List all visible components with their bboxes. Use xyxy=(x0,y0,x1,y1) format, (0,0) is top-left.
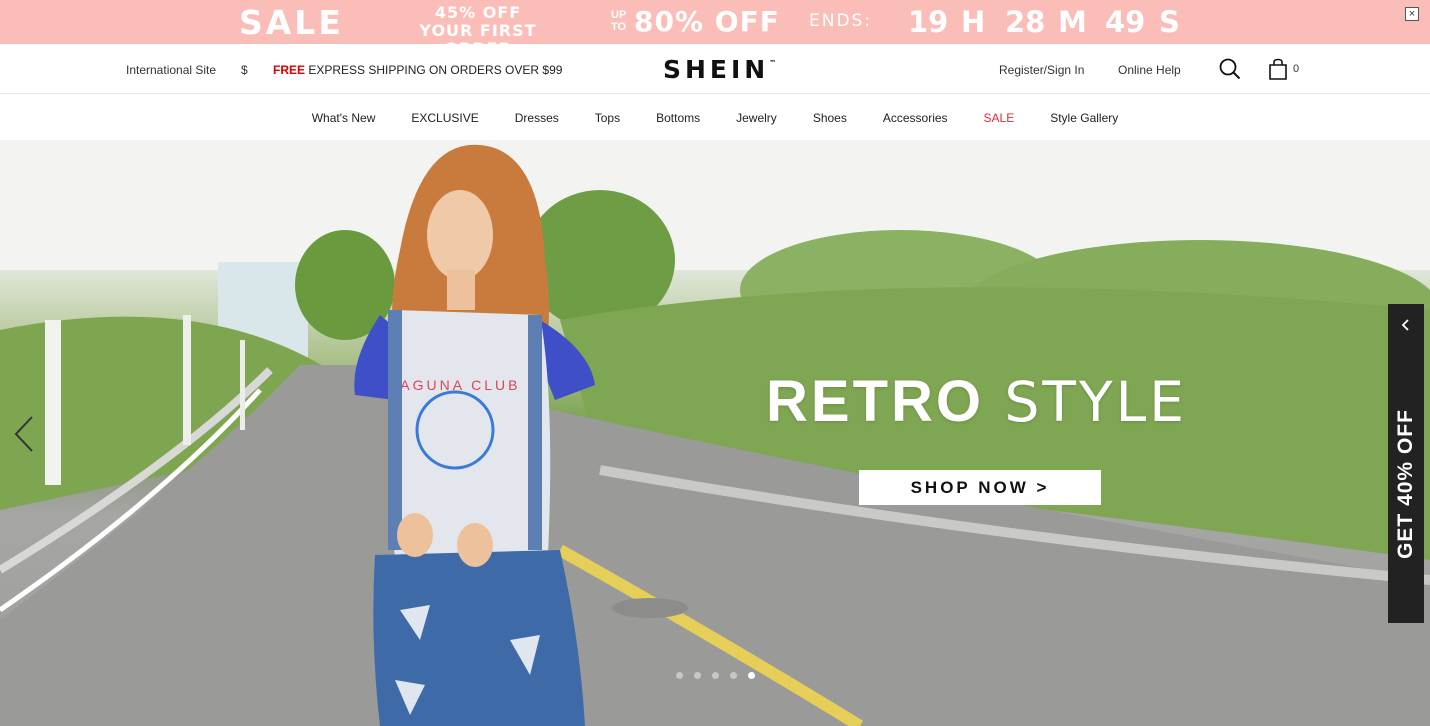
lamp-post xyxy=(45,320,61,485)
nav-item-bottoms[interactable]: Bottoms xyxy=(638,111,718,125)
promo-close-button[interactable]: × xyxy=(1405,7,1419,21)
countdown-hours: 19 xyxy=(908,5,949,39)
carousel-dot[interactable] xyxy=(712,672,719,679)
countdown-minutes-unit: M xyxy=(1058,5,1087,39)
carousel-dot[interactable] xyxy=(730,672,737,679)
promo-sale-text: SALE xyxy=(239,3,344,42)
nav-item-accessories[interactable]: Accessories xyxy=(865,111,966,125)
nav-item-shoes[interactable]: Shoes xyxy=(795,111,865,125)
hero-headline: RETRO STYLE xyxy=(766,368,1187,435)
promo-first-order-line1: 45% OFF xyxy=(434,3,522,22)
lamp-post xyxy=(183,315,191,445)
hero-banner[interactable]: LAGUNA CLUB RETRO STYLE SHOP NOW > xyxy=(0,140,1430,726)
shipping-text: EXPRESS SHIPPING ON ORDERS OVER $99 xyxy=(305,63,563,77)
promo-upto: UP TO xyxy=(611,9,627,33)
logo-trademark: ™ xyxy=(769,58,777,67)
model-hand-left xyxy=(397,513,433,557)
nav-item-whats-new[interactable]: What's New xyxy=(294,111,394,125)
carousel-dot[interactable] xyxy=(676,672,683,679)
carousel-dot[interactable] xyxy=(694,672,701,679)
countdown-hours-unit: H xyxy=(961,5,986,39)
promo-banner[interactable]: SALE 45% OFF YOUR FIRST ORDER UP TO 80% … xyxy=(0,0,1430,58)
international-site-link[interactable]: International Site xyxy=(126,63,216,77)
carousel-dot-active[interactable] xyxy=(748,672,755,679)
promo-discount: 80% OFF xyxy=(634,5,780,38)
register-sign-in-link[interactable]: Register/Sign In xyxy=(999,63,1084,77)
nav-item-dresses[interactable]: Dresses xyxy=(497,111,577,125)
chevron-left-icon xyxy=(1401,319,1409,331)
shirt-logo-text: LAGUNA CLUB xyxy=(389,377,520,393)
model-neck xyxy=(447,270,475,310)
nav-item-jewelry[interactable]: Jewelry xyxy=(718,111,795,125)
get-discount-side-tab[interactable]: GET 40% OFF xyxy=(1388,304,1424,623)
overall-strap-right xyxy=(528,315,542,550)
promo-ends-label: ENDS: xyxy=(809,11,873,31)
shop-now-button[interactable]: SHOP NOW > xyxy=(859,470,1101,505)
shein-logo[interactable]: SHEIN™ xyxy=(663,55,776,84)
search-icon[interactable] xyxy=(1219,58,1241,80)
model-face xyxy=(427,190,493,280)
countdown-seconds-unit: S xyxy=(1159,5,1180,39)
nav-item-exclusive[interactable]: EXCLUSIVE xyxy=(393,111,496,125)
lamp-post xyxy=(240,340,245,430)
currency-selector[interactable]: $ xyxy=(241,63,248,77)
logo-text: SHEIN xyxy=(663,55,770,84)
online-help-link[interactable]: Online Help xyxy=(1118,63,1181,77)
side-tab-label: GET 40% OFF xyxy=(1394,409,1417,559)
shopping-bag-icon[interactable] xyxy=(1268,58,1288,80)
carousel-prev-button[interactable] xyxy=(12,414,38,454)
nav-item-style-gallery[interactable]: Style Gallery xyxy=(1032,111,1136,125)
bag-count: 0 xyxy=(1293,63,1300,75)
model-hand-right xyxy=(457,523,493,567)
nav-list: What's New EXCLUSIVE Dresses Tops Bottom… xyxy=(0,111,1430,125)
hero-headline-light: STYLE xyxy=(984,370,1187,434)
countdown-seconds: 49 xyxy=(1105,5,1146,39)
hero-scene-image: LAGUNA CLUB xyxy=(0,140,1430,726)
carousel-dots xyxy=(676,672,755,679)
countdown-minutes: 28 xyxy=(1005,5,1046,39)
nav-item-sale[interactable]: SALE xyxy=(966,111,1033,125)
site-header: International Site $ FREE EXPRESS SHIPPI… xyxy=(0,44,1430,94)
shipping-free-label: FREE xyxy=(273,63,306,77)
main-nav: What's New EXCLUSIVE Dresses Tops Bottom… xyxy=(0,95,1430,140)
overall-strap-left xyxy=(388,310,402,550)
chevron-left-icon xyxy=(14,416,33,452)
manhole xyxy=(612,598,688,618)
shipping-notice: FREE EXPRESS SHIPPING ON ORDERS OVER $99 xyxy=(273,63,562,77)
nav-item-tops[interactable]: Tops xyxy=(577,111,638,125)
hero-headline-bold: RETRO xyxy=(766,369,984,434)
